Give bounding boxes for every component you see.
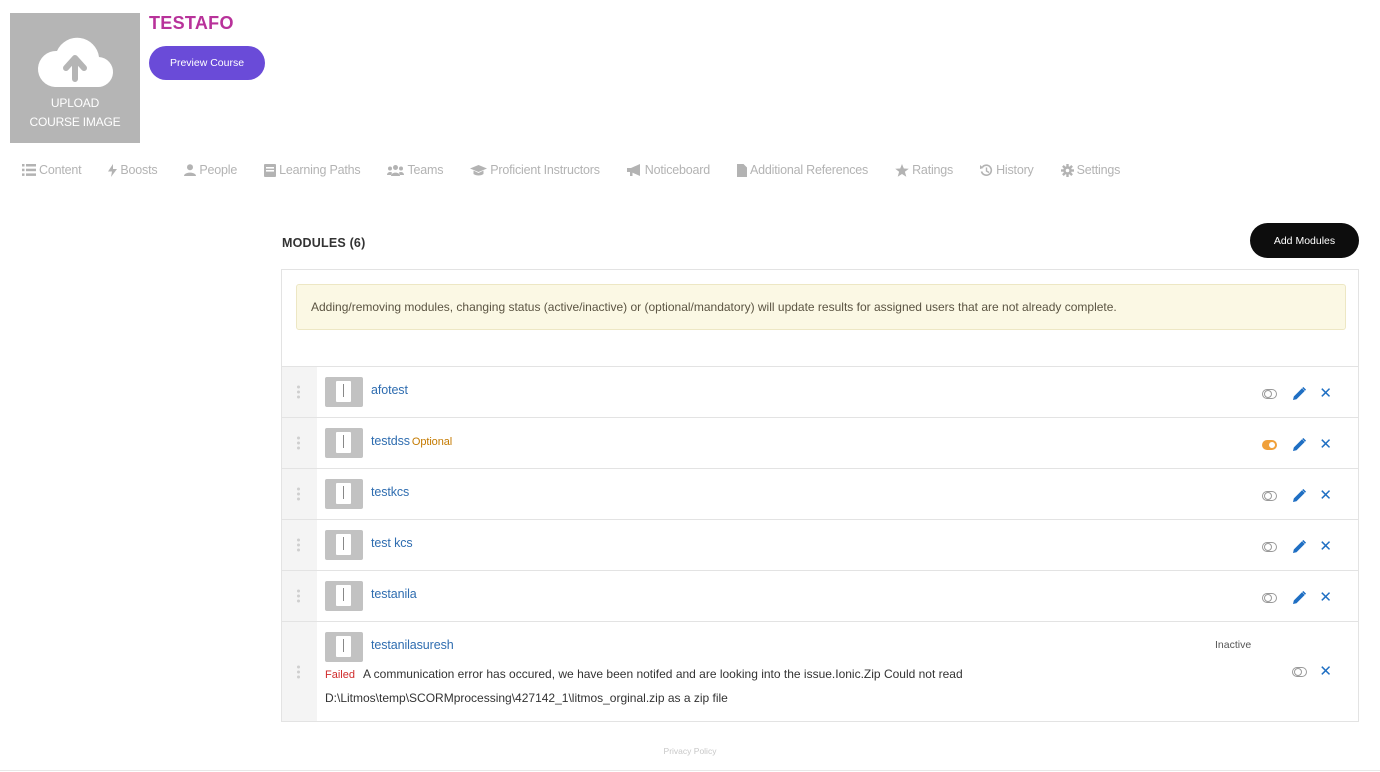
tab-content[interactable]: Content: [22, 163, 82, 177]
module-name[interactable]: testdss Optional: [371, 434, 452, 448]
module-row-failed: testanilasuresh Inactive Failed A communi…: [282, 621, 1358, 721]
remove-icon[interactable]: ✕: [1319, 386, 1332, 401]
user-icon: [184, 164, 197, 176]
toggle-icon[interactable]: [1262, 388, 1278, 399]
module-file-icon: [325, 479, 363, 509]
tab-additional-references[interactable]: Additional References: [737, 163, 868, 177]
module-row: testanila ✕: [282, 570, 1358, 621]
module-file-icon: [325, 632, 363, 662]
tab-settings[interactable]: Settings: [1060, 163, 1120, 177]
tab-learning-paths[interactable]: Learning Paths: [264, 163, 361, 177]
star-icon: [895, 163, 909, 177]
edit-icon[interactable]: [1292, 386, 1307, 401]
module-name[interactable]: afotest: [371, 383, 408, 397]
history-icon: [980, 163, 993, 176]
drag-handle-icon: [297, 436, 300, 450]
error-message: Failed A communication error has occured,…: [325, 667, 963, 681]
add-modules-button[interactable]: Add Modules: [1250, 223, 1359, 258]
tab-people[interactable]: People: [184, 163, 237, 177]
course-tabs: Content Boosts People Learning Paths Tea…: [22, 160, 1147, 180]
megaphone-icon: [626, 164, 640, 176]
module-name[interactable]: testanila: [371, 587, 417, 601]
file-icon: [737, 163, 747, 177]
optional-label: Optional: [411, 436, 453, 448]
notice-banner: Adding/removing modules, changing status…: [296, 284, 1346, 330]
drag-handle-icon: [297, 589, 300, 603]
module-row: testkcs ✕: [282, 468, 1358, 519]
tab-teams[interactable]: Teams: [387, 163, 443, 177]
modules-panel: Adding/removing modules, changing status…: [281, 269, 1359, 722]
edit-icon[interactable]: [1292, 539, 1307, 554]
tab-noticeboard[interactable]: Noticeboard: [626, 163, 710, 177]
book-icon: [264, 163, 277, 177]
remove-icon[interactable]: ✕: [1319, 437, 1332, 452]
failed-badge: Failed: [325, 669, 355, 681]
gear-icon: [1060, 163, 1074, 177]
graduation-cap-icon: [470, 164, 488, 175]
drag-handle-icon: [297, 487, 300, 501]
preview-course-button[interactable]: Preview Course: [149, 46, 265, 80]
module-name[interactable]: test kcs: [371, 536, 413, 550]
module-file-icon: [325, 377, 363, 407]
edit-icon[interactable]: [1292, 590, 1307, 605]
tab-history[interactable]: History: [980, 163, 1034, 177]
list-icon: [22, 164, 36, 176]
toggle-icon[interactable]: [1292, 666, 1308, 677]
toggle-icon[interactable]: [1262, 592, 1278, 603]
toggle-icon[interactable]: [1262, 490, 1278, 501]
bolt-icon: [108, 163, 118, 177]
drag-handle-icon: [297, 665, 300, 678]
module-row: afotest ✕: [282, 366, 1358, 417]
upload-course-image[interactable]: UPLOAD COURSE IMAGE: [10, 13, 140, 143]
drag-handle-icon: [297, 385, 300, 399]
course-title: TESTAFO: [149, 13, 234, 33]
remove-icon[interactable]: ✕: [1319, 664, 1332, 679]
upload-label: UPLOAD COURSE IMAGE: [29, 96, 121, 129]
drag-handle[interactable]: [282, 622, 317, 721]
footer-divider: [0, 770, 1380, 771]
drag-handle[interactable]: [282, 418, 317, 468]
tab-boosts[interactable]: Boosts: [108, 163, 158, 177]
drag-handle[interactable]: [282, 571, 317, 621]
edit-icon[interactable]: [1292, 488, 1307, 503]
remove-icon[interactable]: ✕: [1319, 590, 1332, 605]
tab-proficient-instructors[interactable]: Proficient Instructors: [470, 163, 600, 177]
drag-handle[interactable]: [282, 520, 317, 570]
module-file-icon: [325, 581, 363, 611]
users-icon: [387, 164, 405, 176]
modules-heading: MODULES (6): [282, 236, 366, 250]
edit-icon[interactable]: [1292, 437, 1307, 452]
tab-ratings[interactable]: Ratings: [895, 163, 953, 177]
status-inactive-label: Inactive: [1215, 639, 1252, 651]
module-file-icon: [325, 428, 363, 458]
module-row: testdss Optional ✕: [282, 417, 1358, 468]
remove-icon[interactable]: ✕: [1319, 539, 1332, 554]
toggle-icon[interactable]: [1262, 541, 1278, 552]
module-name[interactable]: testanilasuresh: [371, 638, 454, 652]
drag-handle-icon: [297, 538, 300, 552]
drag-handle[interactable]: [282, 469, 317, 519]
toggle-icon[interactable]: [1262, 439, 1278, 450]
privacy-policy-link[interactable]: Privacy Policy: [0, 746, 1380, 756]
drag-handle[interactable]: [282, 367, 317, 417]
module-file-icon: [325, 530, 363, 560]
remove-icon[interactable]: ✕: [1319, 488, 1332, 503]
cloud-upload-icon: [37, 37, 114, 88]
module-name[interactable]: testkcs: [371, 485, 409, 499]
module-row: test kcs ✕: [282, 519, 1358, 570]
error-message-path: D:\Litmos\temp\SCORMprocessing\427142_1\…: [325, 691, 728, 705]
